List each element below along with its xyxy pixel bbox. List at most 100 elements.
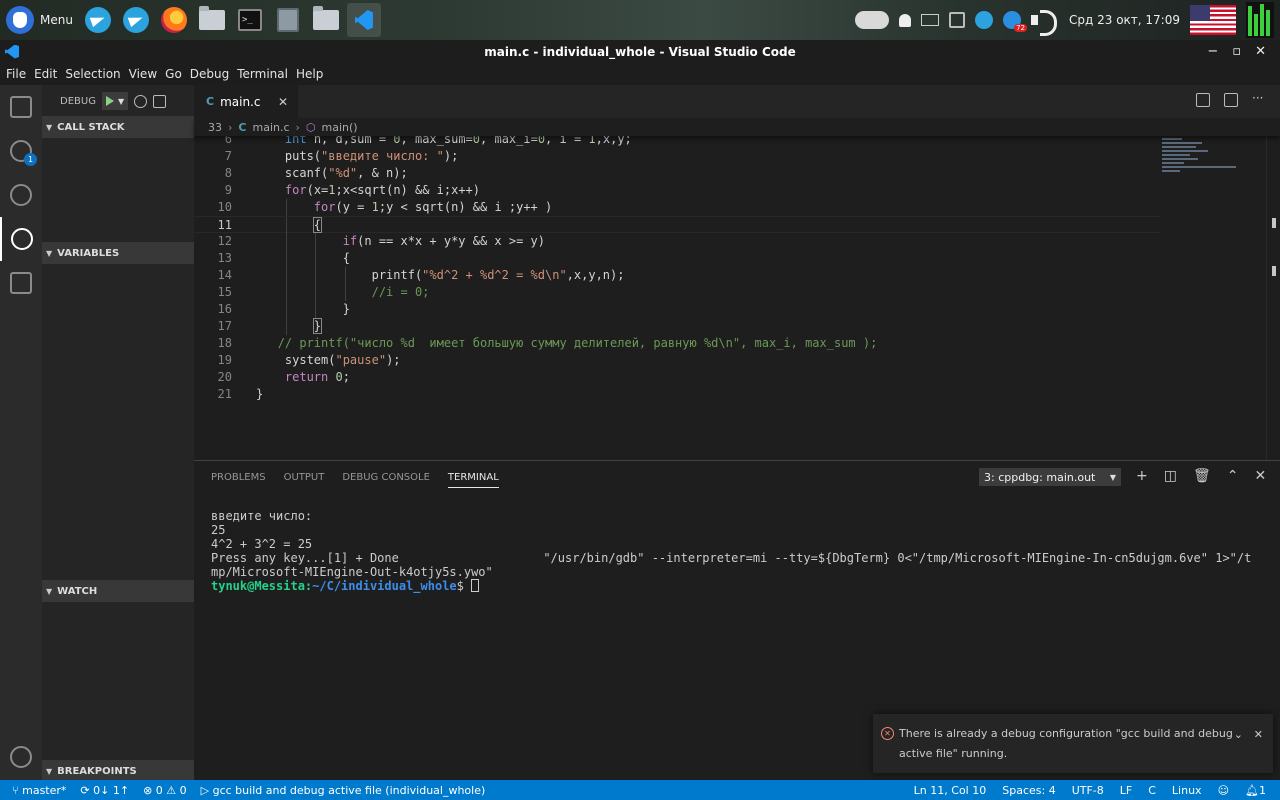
explorer-button[interactable]: [0, 85, 42, 129]
launcher-firefox[interactable]: [157, 3, 191, 37]
code-line[interactable]: 18 // printf("число %d имеет большую сум…: [194, 335, 1160, 352]
debug-start-select[interactable]: ▼: [101, 92, 129, 110]
code-line[interactable]: 13 {: [194, 250, 1160, 267]
more-actions-icon[interactable]: ···: [1252, 92, 1266, 107]
split-editor-icon[interactable]: [1224, 93, 1238, 107]
breakpoints-header[interactable]: ▼ BREAKPOINTS: [42, 760, 194, 782]
terminal-selector[interactable]: 3: cppdbg: main.out ▼: [979, 468, 1121, 486]
manage-button[interactable]: [0, 735, 42, 779]
encoding[interactable]: UTF-8: [1072, 784, 1104, 797]
breadcrumb-file[interactable]: main.c: [252, 121, 289, 134]
platform[interactable]: Linux: [1172, 784, 1202, 797]
close-icon[interactable]: ✕: [1254, 725, 1263, 745]
code-line[interactable]: 20 return 0;: [194, 369, 1160, 386]
code-line[interactable]: 14 printf("%d^2 + %d^2 = %d\n",x,y,n);: [194, 267, 1160, 284]
debug-button[interactable]: [0, 217, 42, 261]
extensions-button[interactable]: [0, 261, 42, 305]
minimap[interactable]: [1160, 136, 1266, 460]
problems-status[interactable]: ⊗ 0 ⚠ 0: [143, 784, 187, 797]
code-line[interactable]: 15 //i = 0;: [194, 284, 1160, 301]
keyboard-layout-flag-icon[interactable]: [1190, 5, 1236, 35]
tab-main-c[interactable]: C main.c ✕: [194, 85, 298, 118]
close-panel-icon[interactable]: ✕: [1254, 468, 1266, 484]
launcher-folder[interactable]: [309, 3, 343, 37]
code-line[interactable]: 19 system("pause");: [194, 352, 1160, 369]
maximize-icon[interactable]: ▫: [1232, 44, 1241, 59]
terminal-prompt[interactable]: tynuk@Messita:~/C/individual_whole$: [211, 579, 1271, 593]
launcher-telegram-2[interactable]: [119, 3, 153, 37]
feedback-smiley-icon[interactable]: ☺: [1218, 784, 1229, 797]
split-terminal-icon[interactable]: ◫: [1164, 468, 1177, 484]
mail-icon[interactable]: [921, 14, 940, 26]
play-icon[interactable]: [105, 96, 114, 106]
sync-status[interactable]: ⟳ 0↓ 1↑: [80, 784, 129, 797]
close-icon[interactable]: ✕: [1255, 44, 1266, 59]
code-line[interactable]: 12 if(n == x*x + y*y && x >= y): [194, 233, 1160, 250]
launcher-terminal[interactable]: >_: [233, 3, 267, 37]
menu-edit[interactable]: Edit: [30, 67, 61, 81]
menu-view[interactable]: View: [125, 67, 161, 81]
watch-header[interactable]: ▼ WATCH: [42, 580, 194, 602]
call-stack-header[interactable]: ▼ CALL STACK: [42, 116, 194, 138]
compare-changes-icon[interactable]: [1196, 93, 1210, 107]
launcher-files[interactable]: [195, 3, 229, 37]
code-line[interactable]: 9 for(x=1;x<sqrt(n) && i;x++): [194, 182, 1160, 199]
chevron-down-icon[interactable]: ▼: [118, 97, 124, 106]
launcher-vscode[interactable]: [346, 3, 381, 37]
line-source: for(x=1;x<sqrt(n) && i;x++): [284, 183, 481, 197]
minimize-icon[interactable]: −: [1207, 44, 1218, 59]
code-editor[interactable]: 6 int n, d,sum = 0, max_sum=0, max_i=0, …: [194, 136, 1160, 460]
menu-help[interactable]: Help: [292, 67, 327, 81]
indentation[interactable]: Spaces: 4: [1002, 784, 1055, 797]
launcher-telegram[interactable]: [81, 3, 115, 37]
code-line[interactable]: 8 scanf("%d", & n);: [194, 165, 1160, 182]
code-line[interactable]: 11 {: [194, 216, 1160, 234]
code-line[interactable]: 16 }: [194, 301, 1160, 318]
code-line[interactable]: 6 int n, d,sum = 0, max_sum=0, max_i=0, …: [194, 136, 1160, 148]
menu-terminal[interactable]: Terminal: [233, 67, 292, 81]
trash-icon[interactable]: 🗑: [1193, 468, 1211, 484]
gear-icon[interactable]: [134, 94, 148, 108]
cursor-position[interactable]: Ln 11, Col 10: [914, 784, 987, 797]
branch-status[interactable]: ⑂ master*: [12, 784, 66, 797]
code-line[interactable]: 7 puts("введите число: ");: [194, 148, 1160, 165]
code-line[interactable]: 10 for(y = 1;y < sqrt(n) && i ;y++ ): [194, 199, 1160, 216]
tab-debug-console[interactable]: DEBUG CONSOLE: [342, 472, 430, 483]
menu-selection[interactable]: Selection: [61, 67, 124, 81]
start-menu-button[interactable]: Menu: [0, 0, 79, 40]
language-mode[interactable]: C: [1148, 784, 1156, 797]
tab-output[interactable]: OUTPUT: [284, 472, 325, 483]
menu-debug[interactable]: Debug: [186, 67, 233, 81]
telegram-tray-icon[interactable]: [975, 11, 994, 29]
search-button[interactable]: [0, 173, 42, 217]
notification-bell-icon[interactable]: [899, 13, 912, 27]
end-of-line[interactable]: LF: [1120, 784, 1132, 797]
menu-go[interactable]: Go: [161, 67, 186, 81]
code-line[interactable]: 17 }: [194, 318, 1160, 335]
variables-header[interactable]: ▼ VARIABLES: [42, 242, 194, 264]
tab-problems[interactable]: PROBLEMS: [211, 472, 266, 483]
new-terminal-icon[interactable]: +: [1136, 468, 1148, 484]
debug-console-icon[interactable]: [153, 94, 167, 108]
editor-scrollbar[interactable]: [1266, 136, 1280, 460]
weather-cloud-icon[interactable]: [855, 11, 890, 29]
notifications-status[interactable]: 🔔︎1: [1245, 784, 1266, 797]
breadcrumb-line[interactable]: 33: [208, 121, 222, 134]
maximize-panel-icon[interactable]: ⌃: [1227, 468, 1239, 484]
chevron-down-icon: ▼: [46, 766, 53, 776]
messenger-tray-icon[interactable]: 72: [1003, 11, 1028, 32]
panel-clock[interactable]: Срд 23 окт, 17:09: [1069, 13, 1180, 27]
debug-config-status[interactable]: ▷ gcc build and debug active file (indiv…: [201, 784, 486, 797]
breadcrumb-symbol[interactable]: main(): [322, 121, 358, 134]
launcher-document[interactable]: [271, 3, 305, 37]
terminal-output[interactable]: введите число: 25 4^2 + 3^2 = 25 Press a…: [211, 509, 1271, 593]
tab-terminal[interactable]: TERMINAL: [447, 472, 499, 488]
activity-bar: 1: [0, 85, 42, 780]
code-line[interactable]: 21}: [194, 386, 1160, 403]
source-control-button[interactable]: 1: [0, 129, 42, 173]
volume-icon[interactable]: [1031, 9, 1059, 36]
chevron-down-icon[interactable]: ⌄: [1234, 725, 1243, 745]
network-icon[interactable]: [949, 12, 966, 28]
close-icon[interactable]: ✕: [278, 95, 288, 109]
menu-file[interactable]: File: [2, 67, 30, 81]
